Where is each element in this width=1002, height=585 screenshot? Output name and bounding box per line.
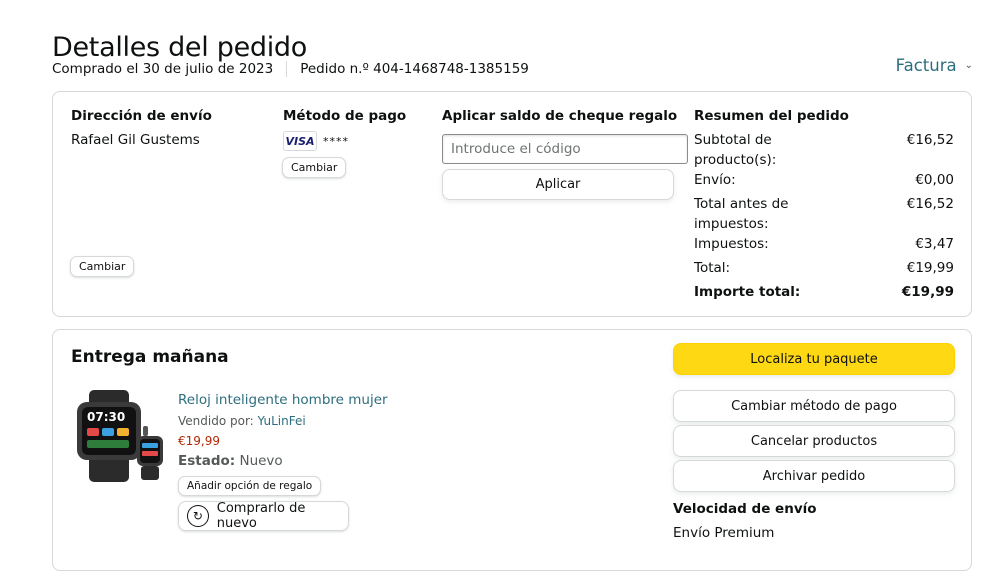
divider — [286, 61, 288, 77]
payment-heading: Método de pago — [283, 108, 407, 124]
buy-again-icon: ↻ — [187, 505, 209, 527]
summary-row: Envío: €0,00 — [694, 170, 954, 190]
invoice-dropdown[interactable]: Factura ⌄ — [896, 56, 973, 75]
summary-label: Impuestos: — [694, 236, 769, 252]
summary-label: Total: — [694, 260, 731, 276]
visa-icon: VISA — [283, 131, 317, 151]
summary-label: Importe total: — [694, 284, 801, 300]
gift-heading: Aplicar saldo de cheque regalo — [442, 108, 678, 124]
summary-heading: Resumen del pedido — [694, 108, 849, 124]
change-payment-method-button[interactable]: Cambiar método de pago — [673, 390, 955, 422]
smartwatch-product-image[interactable]: 07:30 — [75, 388, 167, 484]
product-price: €19,99 — [178, 434, 220, 448]
track-package-button[interactable]: Localiza tu paquete — [673, 343, 955, 375]
condition-value: Nuevo — [239, 453, 283, 469]
condition-label: Estado: — [178, 453, 236, 469]
summary-value: €16,52 — [906, 132, 954, 148]
cancel-items-button[interactable]: Cancelar productos — [673, 425, 955, 457]
add-gift-option-button[interactable]: Añadir opción de regalo — [178, 476, 322, 496]
summary-value: €19,99 — [901, 284, 954, 300]
order-meta: Comprado el 30 de julio de 2023 Pedido n… — [52, 61, 529, 77]
order-info-panel: Dirección de envío Rafael Gil Gustems Ca… — [52, 91, 972, 317]
summary-value: €0,00 — [915, 172, 954, 188]
apply-gift-button[interactable]: Aplicar — [442, 169, 674, 200]
archive-order-button[interactable]: Archivar pedido — [673, 460, 955, 492]
summary-row: Total antes de impuestos: €16,52 — [694, 194, 954, 234]
sold-by-label: Vendido por: — [178, 414, 254, 428]
summary-row: Total: €19,99 — [694, 258, 954, 278]
page-title: Detalles del pedido — [52, 32, 307, 64]
change-payment-button[interactable]: Cambiar — [282, 157, 347, 178]
shipping-speed-heading: Velocidad de envío — [673, 501, 817, 517]
order-number: Pedido n.º 404-1468748-1385159 — [300, 61, 529, 77]
delivery-title: Entrega mañana — [71, 347, 229, 367]
product-name-link[interactable]: Reloj inteligente hombre mujer — [178, 392, 388, 408]
summary-label: Subtotal de producto(s): — [694, 132, 777, 168]
payment-card: VISA **** — [283, 131, 349, 151]
summary-label: Envío: — [694, 172, 736, 188]
summary-value: €19,99 — [906, 260, 954, 276]
buy-again-button[interactable]: ↻ Comprarlo de nuevo — [178, 501, 349, 531]
summary-value: €16,52 — [906, 196, 954, 212]
summary-value: €3,47 — [915, 236, 954, 252]
buy-again-label: Comprarlo de nuevo — [216, 501, 306, 531]
watch-time: 07:30 — [87, 410, 125, 424]
summary-row: Impuestos: €3,47 — [694, 234, 954, 254]
invoice-label: Factura — [895, 56, 957, 75]
chevron-down-icon: ⌄ — [964, 60, 973, 71]
delivery-panel: Entrega mañana 07:30 Reloj inteligente h… — [52, 329, 972, 571]
product-condition: Estado: Nuevo — [178, 453, 283, 469]
summary-row: Subtotal de producto(s): €16,52 — [694, 130, 954, 170]
shipping-speed-value: Envío Premium — [673, 525, 775, 541]
card-number-masked: **** — [323, 134, 349, 148]
summary-total-row: Importe total: €19,99 — [694, 282, 954, 302]
change-address-button[interactable]: Cambiar — [70, 256, 135, 277]
purchase-date: Comprado el 30 de julio de 2023 — [52, 61, 274, 77]
shipping-heading: Dirección de envío — [71, 108, 212, 124]
seller-link[interactable]: YuLinFei — [258, 414, 306, 428]
shipping-name: Rafael Gil Gustems — [71, 132, 200, 148]
gift-code-input[interactable]: Introduce el código — [442, 134, 688, 164]
sold-by: Vendido por: YuLinFei — [178, 414, 306, 428]
summary-label: Total antes de impuestos: — [694, 196, 789, 232]
